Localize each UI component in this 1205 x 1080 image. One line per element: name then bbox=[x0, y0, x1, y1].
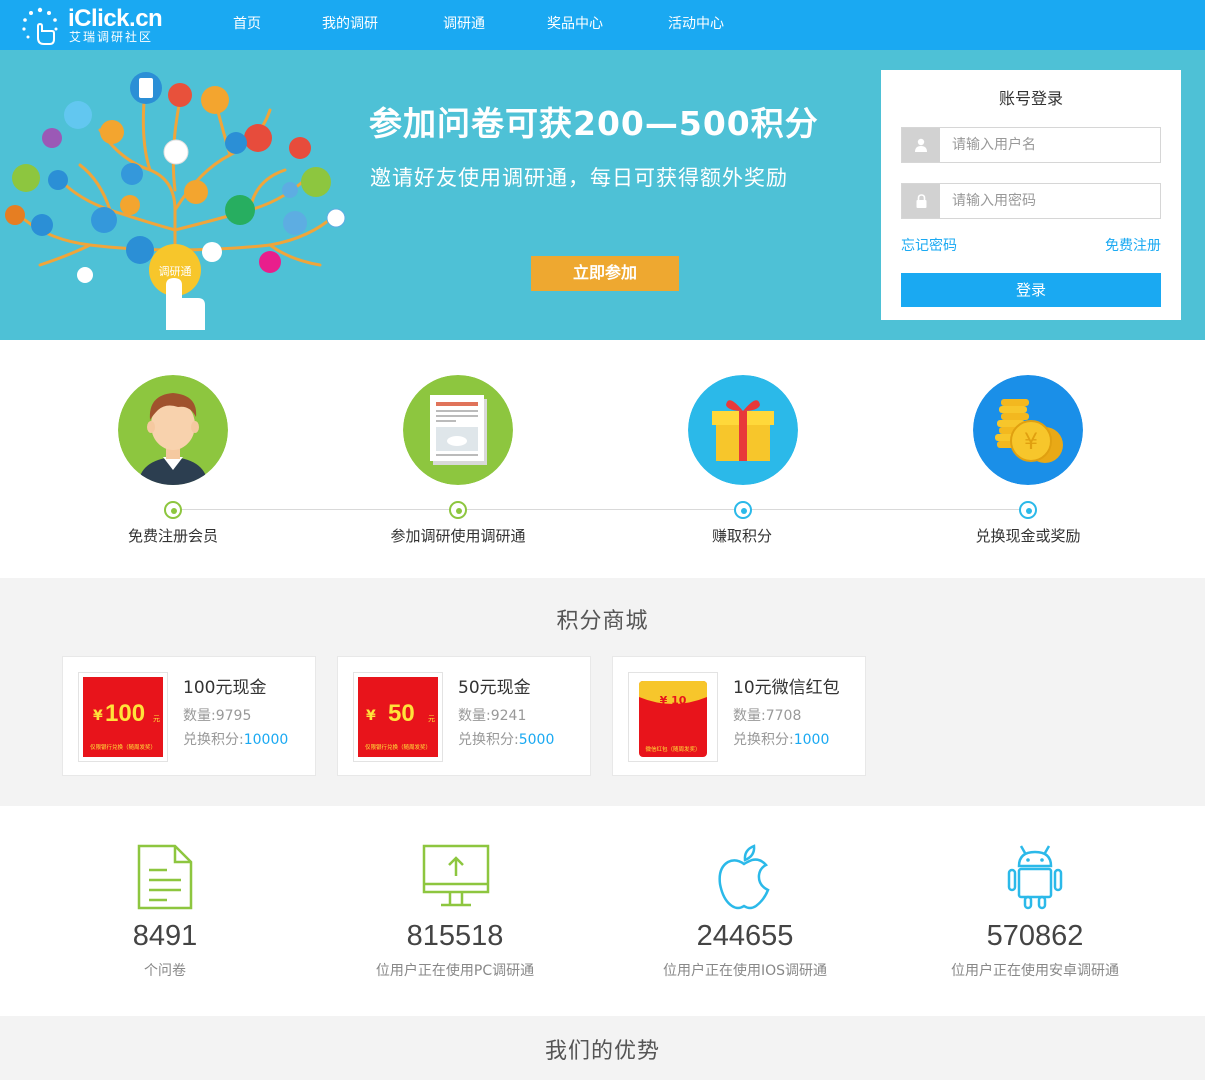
cash-100-caption: 仅限银行兑换（随周发奖） bbox=[90, 743, 156, 751]
stat-surveys-label: 个问卷 bbox=[144, 963, 186, 979]
red-packet-image: ¥ 10 微信红包（随周发奖） bbox=[628, 672, 718, 762]
login-panel: 账号登录 忘记密码 免费注册 登录 bbox=[881, 70, 1181, 320]
username-field bbox=[901, 127, 1161, 163]
mall-item-name: 100元现金 bbox=[183, 678, 267, 698]
document-icon bbox=[137, 844, 193, 910]
forgot-password-link[interactable]: 忘记密码 bbox=[901, 236, 957, 256]
mall-item-points: 兑换积分:10000 bbox=[183, 732, 289, 748]
stat-ios-users-label: 位用户正在使用IOS调研通 bbox=[662, 963, 828, 979]
login-button[interactable]: 登录 bbox=[901, 273, 1161, 307]
member-avatar-icon bbox=[118, 375, 228, 485]
step-2-label: 参加调研使用调研通 bbox=[390, 527, 526, 545]
banner-subline: 邀请好友使用调研通，每日可获得额外奖励 bbox=[370, 166, 788, 190]
step-4-label: 兑换现金或奖励 bbox=[975, 527, 1081, 545]
apple-icon bbox=[718, 844, 770, 910]
login-title: 账号登录 bbox=[998, 89, 1063, 108]
cash-50-currency: ¥ bbox=[366, 708, 376, 724]
cash-50-unit: 元 bbox=[428, 715, 435, 723]
site-logo[interactable]: iClick.cn 艾瑞调研社区 bbox=[18, 4, 168, 46]
step-4-marker bbox=[1019, 501, 1037, 519]
step-1-marker bbox=[164, 501, 182, 519]
top-nav: iClick.cn 艾瑞调研社区 首页 我的调研 调研通 奖品中心 活动中心 bbox=[0, 0, 1205, 50]
svg-text:¥: ¥ bbox=[1024, 430, 1038, 455]
stat-android-users-label: 位用户正在使用安卓调研通 bbox=[951, 963, 1119, 979]
stat-ios-users-count: 244655 bbox=[696, 920, 794, 952]
cash-50-caption: 仅限银行兑换（随周发奖） bbox=[365, 743, 431, 751]
mall-item-name: 10元微信红包 bbox=[733, 678, 840, 698]
red-packet-value: ¥ 10 bbox=[660, 694, 687, 707]
mall-item-points: 兑换积分:5000 bbox=[458, 732, 555, 748]
steps-connector-line bbox=[173, 509, 1028, 510]
stat-pc-users-count: 815518 bbox=[406, 920, 504, 952]
nav-item-home[interactable]: 首页 bbox=[233, 14, 261, 34]
step-3-label: 赚取积分 bbox=[711, 527, 772, 545]
nav-item-prize-center[interactable]: 奖品中心 bbox=[547, 14, 603, 34]
mall-item-name: 50元现金 bbox=[458, 678, 531, 698]
red-packet-caption: 微信红包（随周发奖） bbox=[645, 745, 700, 753]
mall-item-points: 兑换积分:1000 bbox=[733, 732, 830, 748]
nav-item-activity-center[interactable]: 活动中心 bbox=[668, 14, 724, 34]
stats-section: 8491 个问卷 815518 位用户正在使用PC调研通 244655 位用户正… bbox=[0, 806, 1205, 1016]
points-mall-section: 积分商城 ¥ 100 元 仅限银行兑换（随周发奖） 100元现金 数量:9795… bbox=[0, 578, 1205, 806]
cash-50-value: 50 bbox=[388, 700, 415, 727]
gold-coins-icon: ¥ bbox=[973, 375, 1083, 485]
monitor-upload-icon bbox=[422, 844, 490, 907]
steps-section: ¥ 免费注册会员 参加调研使用调研通 赚取积分 兑换现金或奖励 bbox=[0, 340, 1205, 578]
mall-item-quantity: 数量:9241 bbox=[458, 708, 527, 724]
stat-surveys-count: 8491 bbox=[132, 920, 198, 952]
cash-100-unit: 元 bbox=[153, 715, 160, 723]
stat-pc-users-label: 位用户正在使用PC调研通 bbox=[375, 963, 535, 979]
password-field bbox=[901, 183, 1161, 219]
password-input[interactable] bbox=[952, 184, 1152, 218]
mall-card-100-cash[interactable]: ¥ 100 元 仅限银行兑换（随周发奖） 100元现金 数量:9795 兑换积分… bbox=[62, 656, 316, 776]
user-icon bbox=[902, 128, 940, 162]
mall-item-quantity: 数量:9795 bbox=[183, 708, 252, 724]
mall-card-wechat-red-packet[interactable]: ¥ 10 微信红包（随周发奖） 10元微信红包 数量:7708 兑换积分:100… bbox=[612, 656, 866, 776]
mall-title: 积分商城 bbox=[556, 609, 649, 634]
step-1-label: 免费注册会员 bbox=[127, 527, 218, 545]
tree-button-label: 调研通 bbox=[159, 265, 192, 278]
cash-100-image: ¥ 100 元 仅限银行兑换（随周发奖） bbox=[78, 672, 168, 762]
logo-hand-icon bbox=[22, 7, 58, 45]
cash-50-image: ¥ 50 元 仅限银行兑换（随周发奖） bbox=[353, 672, 443, 762]
step-3-marker bbox=[734, 501, 752, 519]
cash-100-value: 100 bbox=[105, 700, 145, 727]
survey-paper-icon bbox=[403, 375, 513, 485]
mall-item-quantity: 数量:7708 bbox=[733, 708, 802, 724]
app-tree-illustration: 调研通 bbox=[5, 72, 346, 330]
lock-icon bbox=[902, 184, 940, 218]
step-2-marker bbox=[449, 501, 467, 519]
banner-headline: 参加问卷可获200—500积分 bbox=[369, 104, 819, 143]
register-link[interactable]: 免费注册 bbox=[1105, 236, 1161, 256]
join-now-button[interactable]: 立即参加 bbox=[531, 256, 679, 291]
advantages-section: 我们的优势 bbox=[0, 1016, 1205, 1080]
android-icon bbox=[1007, 845, 1063, 910]
nav-item-research-tool[interactable]: 调研通 bbox=[443, 14, 485, 34]
cash-100-currency: ¥ bbox=[93, 708, 103, 724]
logo-subtitle: 艾瑞调研社区 bbox=[69, 30, 154, 44]
advantages-title: 我们的优势 bbox=[544, 1039, 660, 1064]
nav-item-my-research[interactable]: 我的调研 bbox=[322, 14, 378, 34]
logo-text: iClick.cn bbox=[68, 5, 163, 32]
mall-card-50-cash[interactable]: ¥ 50 元 仅限银行兑换（随周发奖） 50元现金 数量:9241 兑换积分:5… bbox=[337, 656, 591, 776]
stat-android-users-count: 570862 bbox=[986, 920, 1084, 952]
hero-banner: 调研通 参加问卷可获200—500积分 邀请好友使用调研通，每日可获得额外奖励 … bbox=[0, 50, 1205, 340]
gift-box-icon bbox=[688, 375, 798, 485]
username-input[interactable] bbox=[952, 128, 1152, 162]
